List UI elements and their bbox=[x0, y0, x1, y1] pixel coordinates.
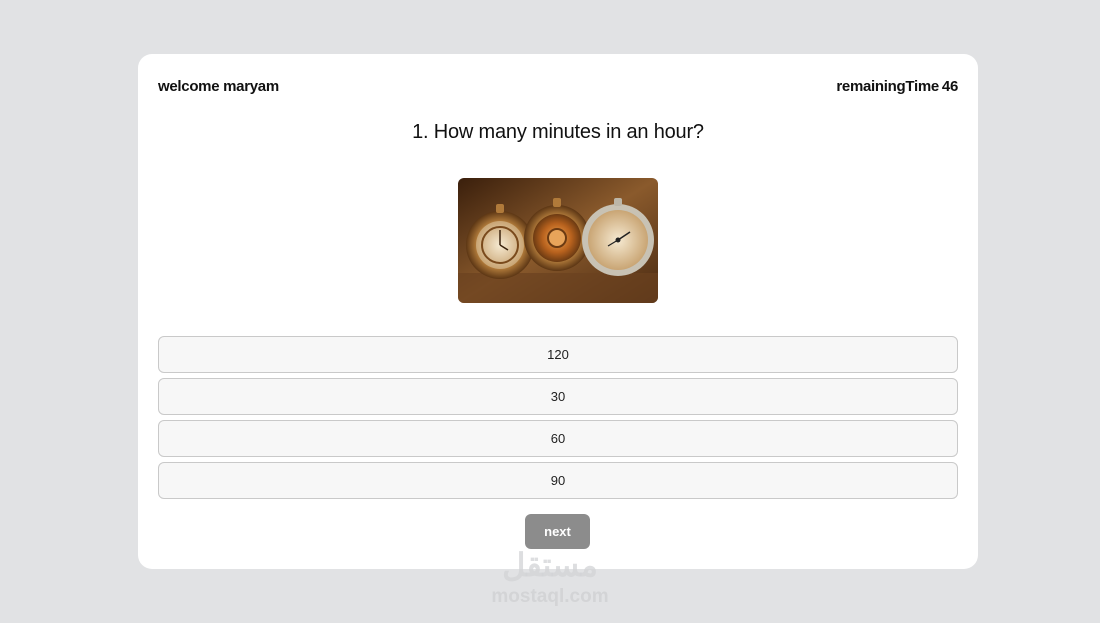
answer-option-30[interactable]: 30 bbox=[158, 378, 958, 415]
question-image bbox=[458, 178, 658, 303]
pocket-watches-image bbox=[458, 178, 658, 303]
answer-option-120[interactable]: 120 bbox=[158, 336, 958, 373]
timer-label: remainingTime bbox=[836, 78, 939, 95]
next-button[interactable]: next bbox=[525, 514, 590, 549]
quiz-card: welcome maryam remainingTime 46 1. How ma… bbox=[138, 54, 978, 569]
answer-options: 120 30 60 90 bbox=[158, 336, 958, 504]
welcome-text: welcome maryam bbox=[158, 78, 279, 95]
remaining-time: remainingTime 46 bbox=[836, 78, 958, 95]
answer-option-90[interactable]: 90 bbox=[158, 462, 958, 499]
answer-option-60[interactable]: 60 bbox=[158, 420, 958, 457]
timer-value: 46 bbox=[941, 78, 958, 95]
question-text: 1. How many minutes in an hour? bbox=[412, 121, 704, 143]
watermark-latin: mostaql.com bbox=[491, 586, 609, 607]
